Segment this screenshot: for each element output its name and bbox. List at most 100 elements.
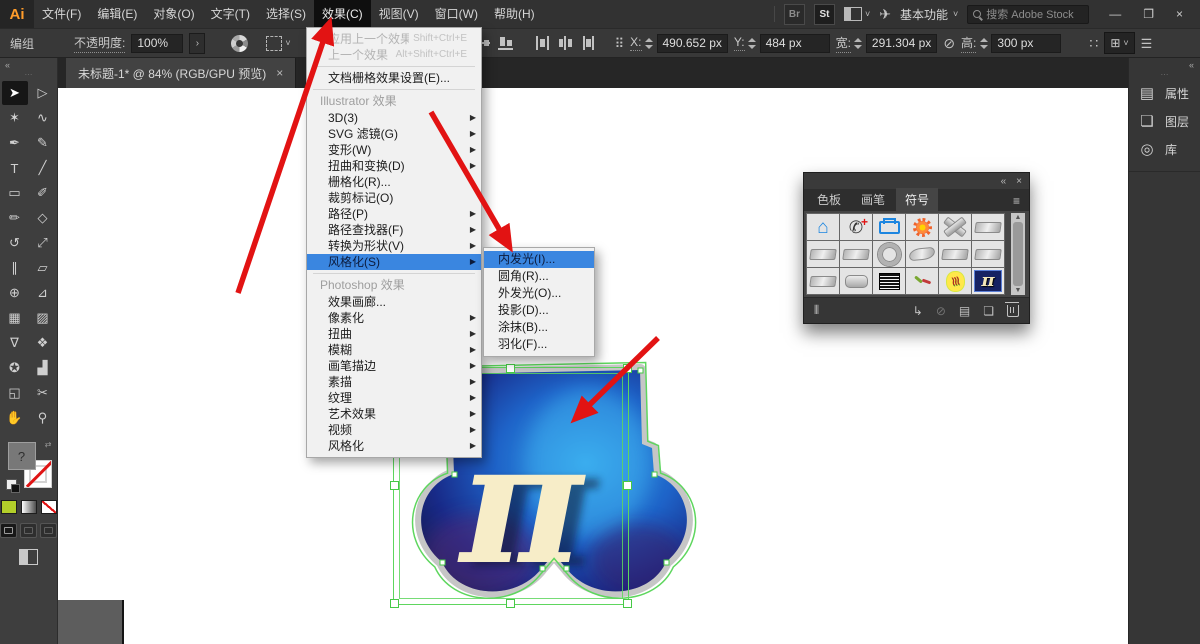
free-transform-tool[interactable]: ▱ [30,256,56,280]
bridge-badge[interactable]: Br [784,4,805,25]
submenu-item-inner-glow[interactable]: 内发光(I)... [484,251,594,268]
panel-list-icon[interactable]: ☰ [1141,37,1153,50]
y-position-field[interactable]: Y: 484 px [734,34,830,53]
wave-banner-symbol[interactable] [906,241,938,267]
y-value[interactable]: 484 px [760,34,830,53]
panel-menu-icon[interactable]: ≡ [1008,194,1025,211]
effect-menu-item-convert-to-shape[interactable]: 转换为形状(V)▶ [307,238,481,254]
select-similar-button[interactable]: ˅ [266,36,290,51]
crossed-ribbons-symbol[interactable] [939,214,971,240]
line-segment-tool[interactable]: ╱ [30,156,56,180]
submenu-item-outer-glow[interactable]: 外发光(O)... [484,285,594,302]
dock-panel-properties[interactable]: ▤属性 [1129,79,1200,107]
submenu-item-drop-shadow[interactable]: 投影(D)... [484,302,594,319]
banner-symbol-5[interactable] [972,241,1004,267]
scrollbar-thumb[interactable] [1013,222,1023,286]
flower-symbol[interactable] [906,214,938,240]
rectangle-tool[interactable]: ▭ [2,181,28,205]
menubar-item-window[interactable]: 窗口(W) [427,0,486,28]
round-banner-symbol[interactable] [840,268,872,294]
submenu-item-feather[interactable]: 羽化(F)... [484,336,594,353]
effect-menu-item-distort-and-transform[interactable]: 扭曲和变换(D)▶ [307,158,481,174]
height-value[interactable]: 300 px [991,34,1061,53]
opacity-value[interactable]: 100% [131,34,183,53]
height-stepper[interactable] [979,38,988,49]
place-symbol-instance-icon[interactable]: ↳ [913,304,923,318]
perspective-grid-tool[interactable]: ⊿ [30,281,56,305]
x-position-field[interactable]: X: 490.652 px [630,34,728,53]
collapse-panel-icon[interactable]: « [1001,176,1007,187]
transform-reference-grid-icon[interactable]: ⠿ [615,37,625,50]
width-stepper[interactable] [854,38,863,49]
selection-handle-s[interactable] [506,599,515,608]
banner-symbol-3[interactable] [840,241,872,267]
horizontal-distribute-left-icon[interactable] [534,35,551,51]
opacity-label[interactable]: 不透明度: [74,34,125,53]
effect-menu-item-brush-strokes[interactable]: 画笔描边▶ [307,358,481,374]
delete-symbol-icon[interactable] [1007,305,1019,317]
draw-inside-mode-button[interactable] [40,523,57,538]
document-tab[interactable]: 未标题-1* @ 84% (RGB/GPU 预览) × [66,58,296,88]
panel-tab-swatches[interactable]: 色板 [808,188,850,211]
submenu-item-round-corners[interactable]: 圆角(R)... [484,268,594,285]
y-stepper[interactable] [748,38,757,49]
scroll-up-icon[interactable]: ▲ [1015,214,1022,221]
panel-tab-symbols[interactable]: 符号 [896,188,938,211]
fill-color-unknown[interactable]: ? [8,442,36,470]
close-panel-icon[interactable]: × [1016,176,1022,187]
menubar-item-type[interactable]: 文字(T) [203,0,258,28]
x-value[interactable]: 490.652 px [657,34,728,53]
curvature-tool[interactable]: ✎ [30,131,56,155]
effect-menu-item-last-effect[interactable]: 上一个效果Alt+Shift+Ctrl+E [307,47,481,63]
selection-handle-n[interactable] [506,364,515,373]
effect-menu-item-svg-filters[interactable]: SVG 滤镜(G)▶ [307,126,481,142]
symbols-scrollbar[interactable]: ▲ ▼ [1011,213,1025,295]
effect-menu-item-crop-marks[interactable]: 裁剪标记(O) [307,190,481,206]
close-tab-icon[interactable]: × [276,66,283,80]
symbol-sprayer-tool[interactable]: ✪ [2,356,28,380]
selection-handle-ne[interactable] [623,364,632,373]
nutrition-label-symbol[interactable] [873,268,905,294]
width-value[interactable]: 291.304 px [866,34,937,53]
direct-selection-tool[interactable]: ▷ [30,81,56,105]
effect-menu-item-video[interactable]: 视频▶ [307,422,481,438]
banner-symbol-4[interactable] [939,241,971,267]
selection-handle-w[interactable] [390,481,399,490]
draw-behind-mode-button[interactable] [20,523,37,538]
blend-tool[interactable]: ❖ [30,331,56,355]
arrange-documents-button[interactable]: ˅ [844,7,870,21]
menubar-item-select[interactable]: 选择(S) [258,0,314,28]
emblem-symbol[interactable] [873,241,905,267]
menubar-item-view[interactable]: 视图(V) [371,0,427,28]
menubar-item-file[interactable]: 文件(F) [34,0,89,28]
height-field[interactable]: 高: 300 px [961,34,1061,53]
menubar-item-edit[interactable]: 编辑(E) [89,0,145,28]
none-button[interactable] [41,500,57,514]
effect-menu-item-apply-last-effect[interactable]: 应用上一个效果Shift+Ctrl+E [307,31,481,47]
menubar-item-effect[interactable]: 效果(C) [314,0,371,28]
pi-symbol[interactable] [972,268,1004,294]
snap-options-button[interactable]: ⊞ ˅ [1104,32,1134,54]
effect-menu-item-pathfinder[interactable]: 路径查找器(F)▶ [307,222,481,238]
graph-tool[interactable]: ▟ [30,356,56,380]
effect-menu-item-document-raster-effects-settings[interactable]: 文档栅格效果设置(E)... [307,70,481,86]
gradient-tool[interactable]: ▨ [30,306,56,330]
menubar-item-object[interactable]: 对象(O) [145,0,202,28]
minimize-button[interactable]: — [1098,0,1132,28]
eraser-tool[interactable]: ◇ [30,206,56,230]
recolor-artwork-icon[interactable] [231,35,248,52]
shape-builder-tool[interactable]: ⊕ [2,281,28,305]
effect-menu-item-sketch[interactable]: 素描▶ [307,374,481,390]
restore-button[interactable]: ❐ [1132,0,1165,28]
break-symbol-link-icon[interactable]: ⊘ [936,304,946,318]
share-icon[interactable]: ✈ [879,7,891,21]
default-fill-stroke-icon[interactable] [6,479,17,490]
effect-menu-item-stylize-ps[interactable]: 风格化▶ [307,438,481,454]
dock-panel-libraries[interactable]: ◎库 [1129,135,1200,163]
dna-symbol[interactable] [939,268,971,294]
effect-menu-item-path[interactable]: 路径(P)▶ [307,206,481,222]
house-symbol[interactable] [807,214,839,240]
change-screen-mode-button[interactable] [19,549,38,565]
panel-tab-brushes[interactable]: 画笔 [852,188,894,211]
horizontal-distribute-right-icon[interactable] [580,35,597,51]
